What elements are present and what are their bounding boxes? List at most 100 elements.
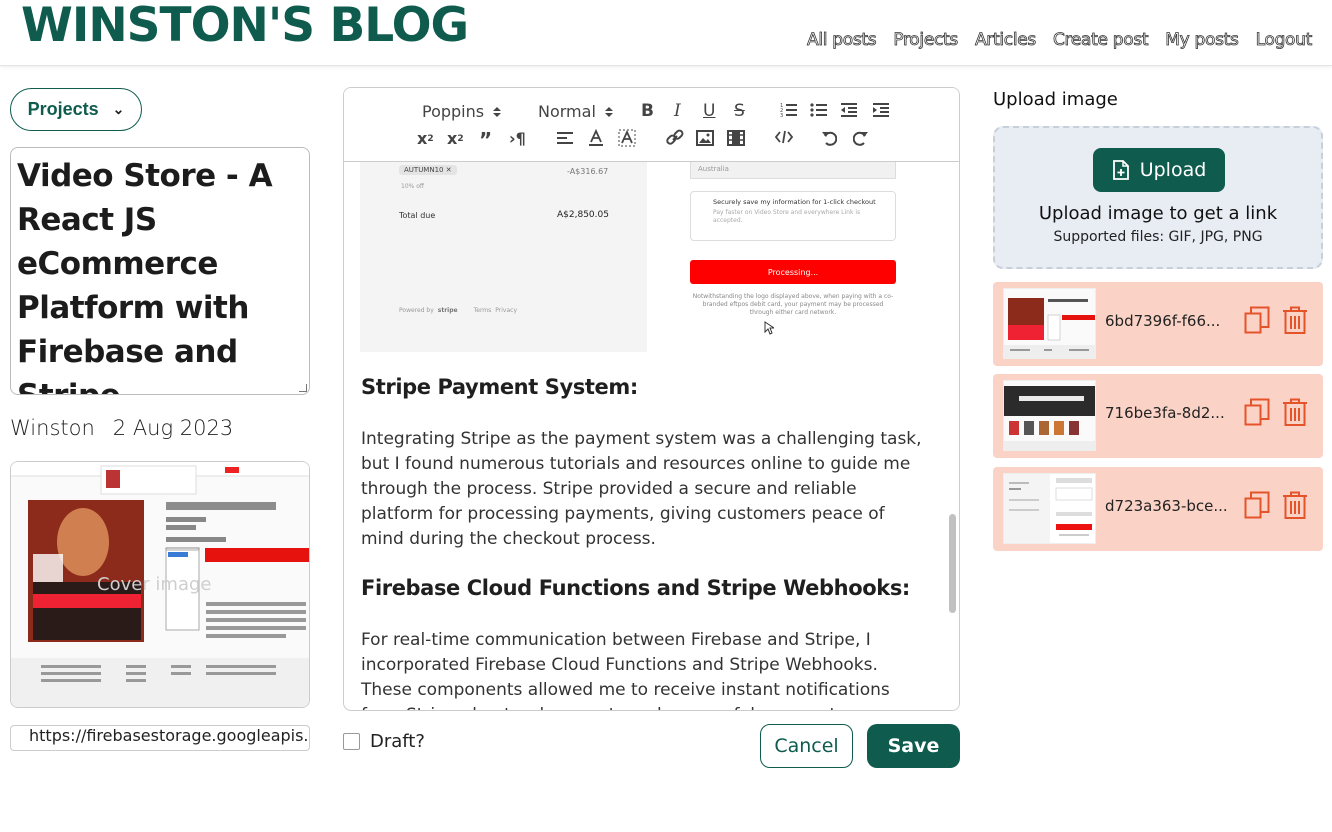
copy-icon[interactable] [1244,306,1270,334]
processing-label: Processing... [767,267,819,277]
background-color-icon[interactable] [618,129,636,147]
editor-content[interactable]: AUTUMN10 ✕ -A$316.67 10% off Total due A… [344,162,948,710]
link-icon[interactable] [666,129,684,147]
resize-handle-icon[interactable] [299,384,307,392]
section-heading-stripe: Stripe Payment System: [361,375,638,399]
processing-button: Processing... [690,260,896,284]
post-title-textarea[interactable]: Video Store - A React JS eCommerce Platf… [10,147,310,395]
upload-button-label: Upload [1139,159,1207,181]
text-direction-icon[interactable]: ›¶ [509,129,526,148]
font-select[interactable]: Poppins [422,102,502,121]
draft-label: Draft? [370,731,425,752]
redo-icon[interactable] [853,130,869,146]
cover-image[interactable]: Cover image [10,461,310,708]
author-name: Winston [10,416,95,440]
copy-icon[interactable] [1244,491,1270,519]
nav-logout[interactable]: Logout [1255,30,1313,51]
nav-projects[interactable]: Projects [893,30,959,51]
card-network-notice: Notwithstanding the logo displayed above… [692,293,894,316]
svg-text:3: 3 [780,113,783,118]
editor-scrollbar[interactable] [945,162,959,710]
italic-icon[interactable]: I [674,101,681,121]
cover-image-label: Cover image [97,574,212,595]
stripe-logo-text: stripe [437,307,458,314]
editor-toolbar: Poppins Normal B I U S 123 x2 x2 ” ›¶ [344,88,959,162]
rich-text-editor[interactable]: Poppins Normal B I U S 123 x2 x2 ” ›¶ AU… [343,87,960,711]
save-button[interactable]: Save [867,724,960,768]
site-brand[interactable]: WINSTON'S BLOG [21,0,469,53]
nav-articles[interactable]: Articles [975,30,1037,51]
category-select[interactable]: Projects ⌄ [10,88,142,131]
uploaded-image-card: d723a363-bce... [993,467,1323,551]
upload-button[interactable]: Upload [1093,148,1225,192]
stripe-footer: Powered by stripe Terms Privacy [399,307,517,314]
author-date-row: Winston 2 Aug 2023 [10,416,233,440]
post-title-text: Video Store - A React JS eCommerce Platf… [17,158,273,394]
main-nav: All posts Projects Articles Create post … [807,30,1313,51]
undo-icon[interactable] [821,130,837,146]
upload-dropzone[interactable]: Upload Upload image to get a link Suppor… [993,126,1323,269]
discount-amount: -A$316.67 [567,167,609,176]
nav-all-posts[interactable]: All posts [807,30,877,51]
editor-scrollbar-thumb[interactable] [949,514,956,613]
text-color-icon[interactable] [588,129,604,147]
save-info-box: Securely save my information for 1-click… [690,191,896,241]
video-icon[interactable] [727,130,745,146]
size-select[interactable]: Normal [538,102,614,121]
uploaded-image-thumbnail[interactable] [1003,288,1096,359]
size-select-value: Normal [538,102,596,121]
superscript-icon[interactable]: x2 [417,129,434,148]
cover-url-input[interactable]: https://firebasestorage.googleapis.c [10,725,310,751]
copy-icon[interactable] [1244,398,1270,426]
upload-supported-files: Supported files: GIF, JPG, PNG [1053,229,1263,245]
file-add-icon [1112,160,1129,180]
save-info-title: Securely save my information for 1-click… [713,198,876,206]
indent-icon[interactable] [872,102,890,118]
section-paragraph-firebase: For real-time communication between Fire… [361,630,890,710]
trash-icon[interactable] [1282,306,1308,334]
privacy-link: Privacy [495,307,518,314]
blockquote-icon[interactable]: ” [479,128,492,152]
mouse-cursor-icon [764,321,774,335]
draft-toggle[interactable]: Draft? [343,731,425,752]
country-field: Australia [690,162,896,179]
uploaded-image-thumbnail[interactable] [1003,473,1096,544]
total-value: A$2,850.05 [557,210,609,220]
ordered-list-icon[interactable]: 123 [780,102,798,118]
nav-create-post[interactable]: Create post [1053,30,1149,51]
subscript-icon[interactable]: x2 [447,129,464,148]
coupon-tag: AUTUMN10 ✕ [399,165,457,175]
uploaded-image-card: 716be3fa-8d2... [993,374,1323,458]
align-icon[interactable] [556,131,574,145]
code-icon[interactable] [775,130,793,144]
section-heading-firebase: Firebase Cloud Functions and Stripe Webh… [361,576,910,600]
category-selected-value: Projects [27,99,99,119]
embedded-checkout-screenshot: AUTUMN10 ✕ -A$316.67 10% off Total due A… [360,162,930,352]
trash-icon[interactable] [1282,491,1308,519]
image-icon[interactable] [696,130,714,146]
section-paragraph-stripe: Integrating Stripe as the payment system… [361,429,922,549]
uploaded-image-thumbnail[interactable] [1003,380,1096,451]
nav-my-posts[interactable]: My posts [1165,30,1239,51]
discount-label: 10% off [401,183,425,190]
bullet-list-icon[interactable] [810,102,828,118]
chevron-down-icon: ⌄ [112,101,125,117]
underline-icon[interactable]: U [703,101,715,121]
post-date: 2 Aug 2023 [112,416,234,440]
uploaded-image-name: d723a363-bce... [1105,497,1228,515]
outdent-icon[interactable] [840,102,858,118]
save-info-sub: Pay faster on Video Store and everywhere… [713,209,861,224]
terms-link: Terms [473,307,492,314]
strikethrough-icon[interactable]: S [734,101,745,121]
trash-icon[interactable] [1282,398,1308,426]
coupon-code: AUTUMN10 [404,166,444,174]
checkout-summary-pane: AUTUMN10 ✕ -A$316.67 10% off Total due A… [360,162,647,352]
bold-icon[interactable]: B [641,101,654,121]
upload-section-title: Upload image [993,89,1118,110]
draft-checkbox[interactable] [343,733,360,750]
top-header: WINSTON'S BLOG All posts Projects Articl… [0,0,1332,66]
uploaded-image-name: 716be3fa-8d2... [1105,404,1225,422]
upload-main-text: Upload image to get a link [1038,203,1278,224]
uploaded-image-card: 6bd7396f-f66... [993,282,1323,366]
cancel-button[interactable]: Cancel [760,724,853,768]
